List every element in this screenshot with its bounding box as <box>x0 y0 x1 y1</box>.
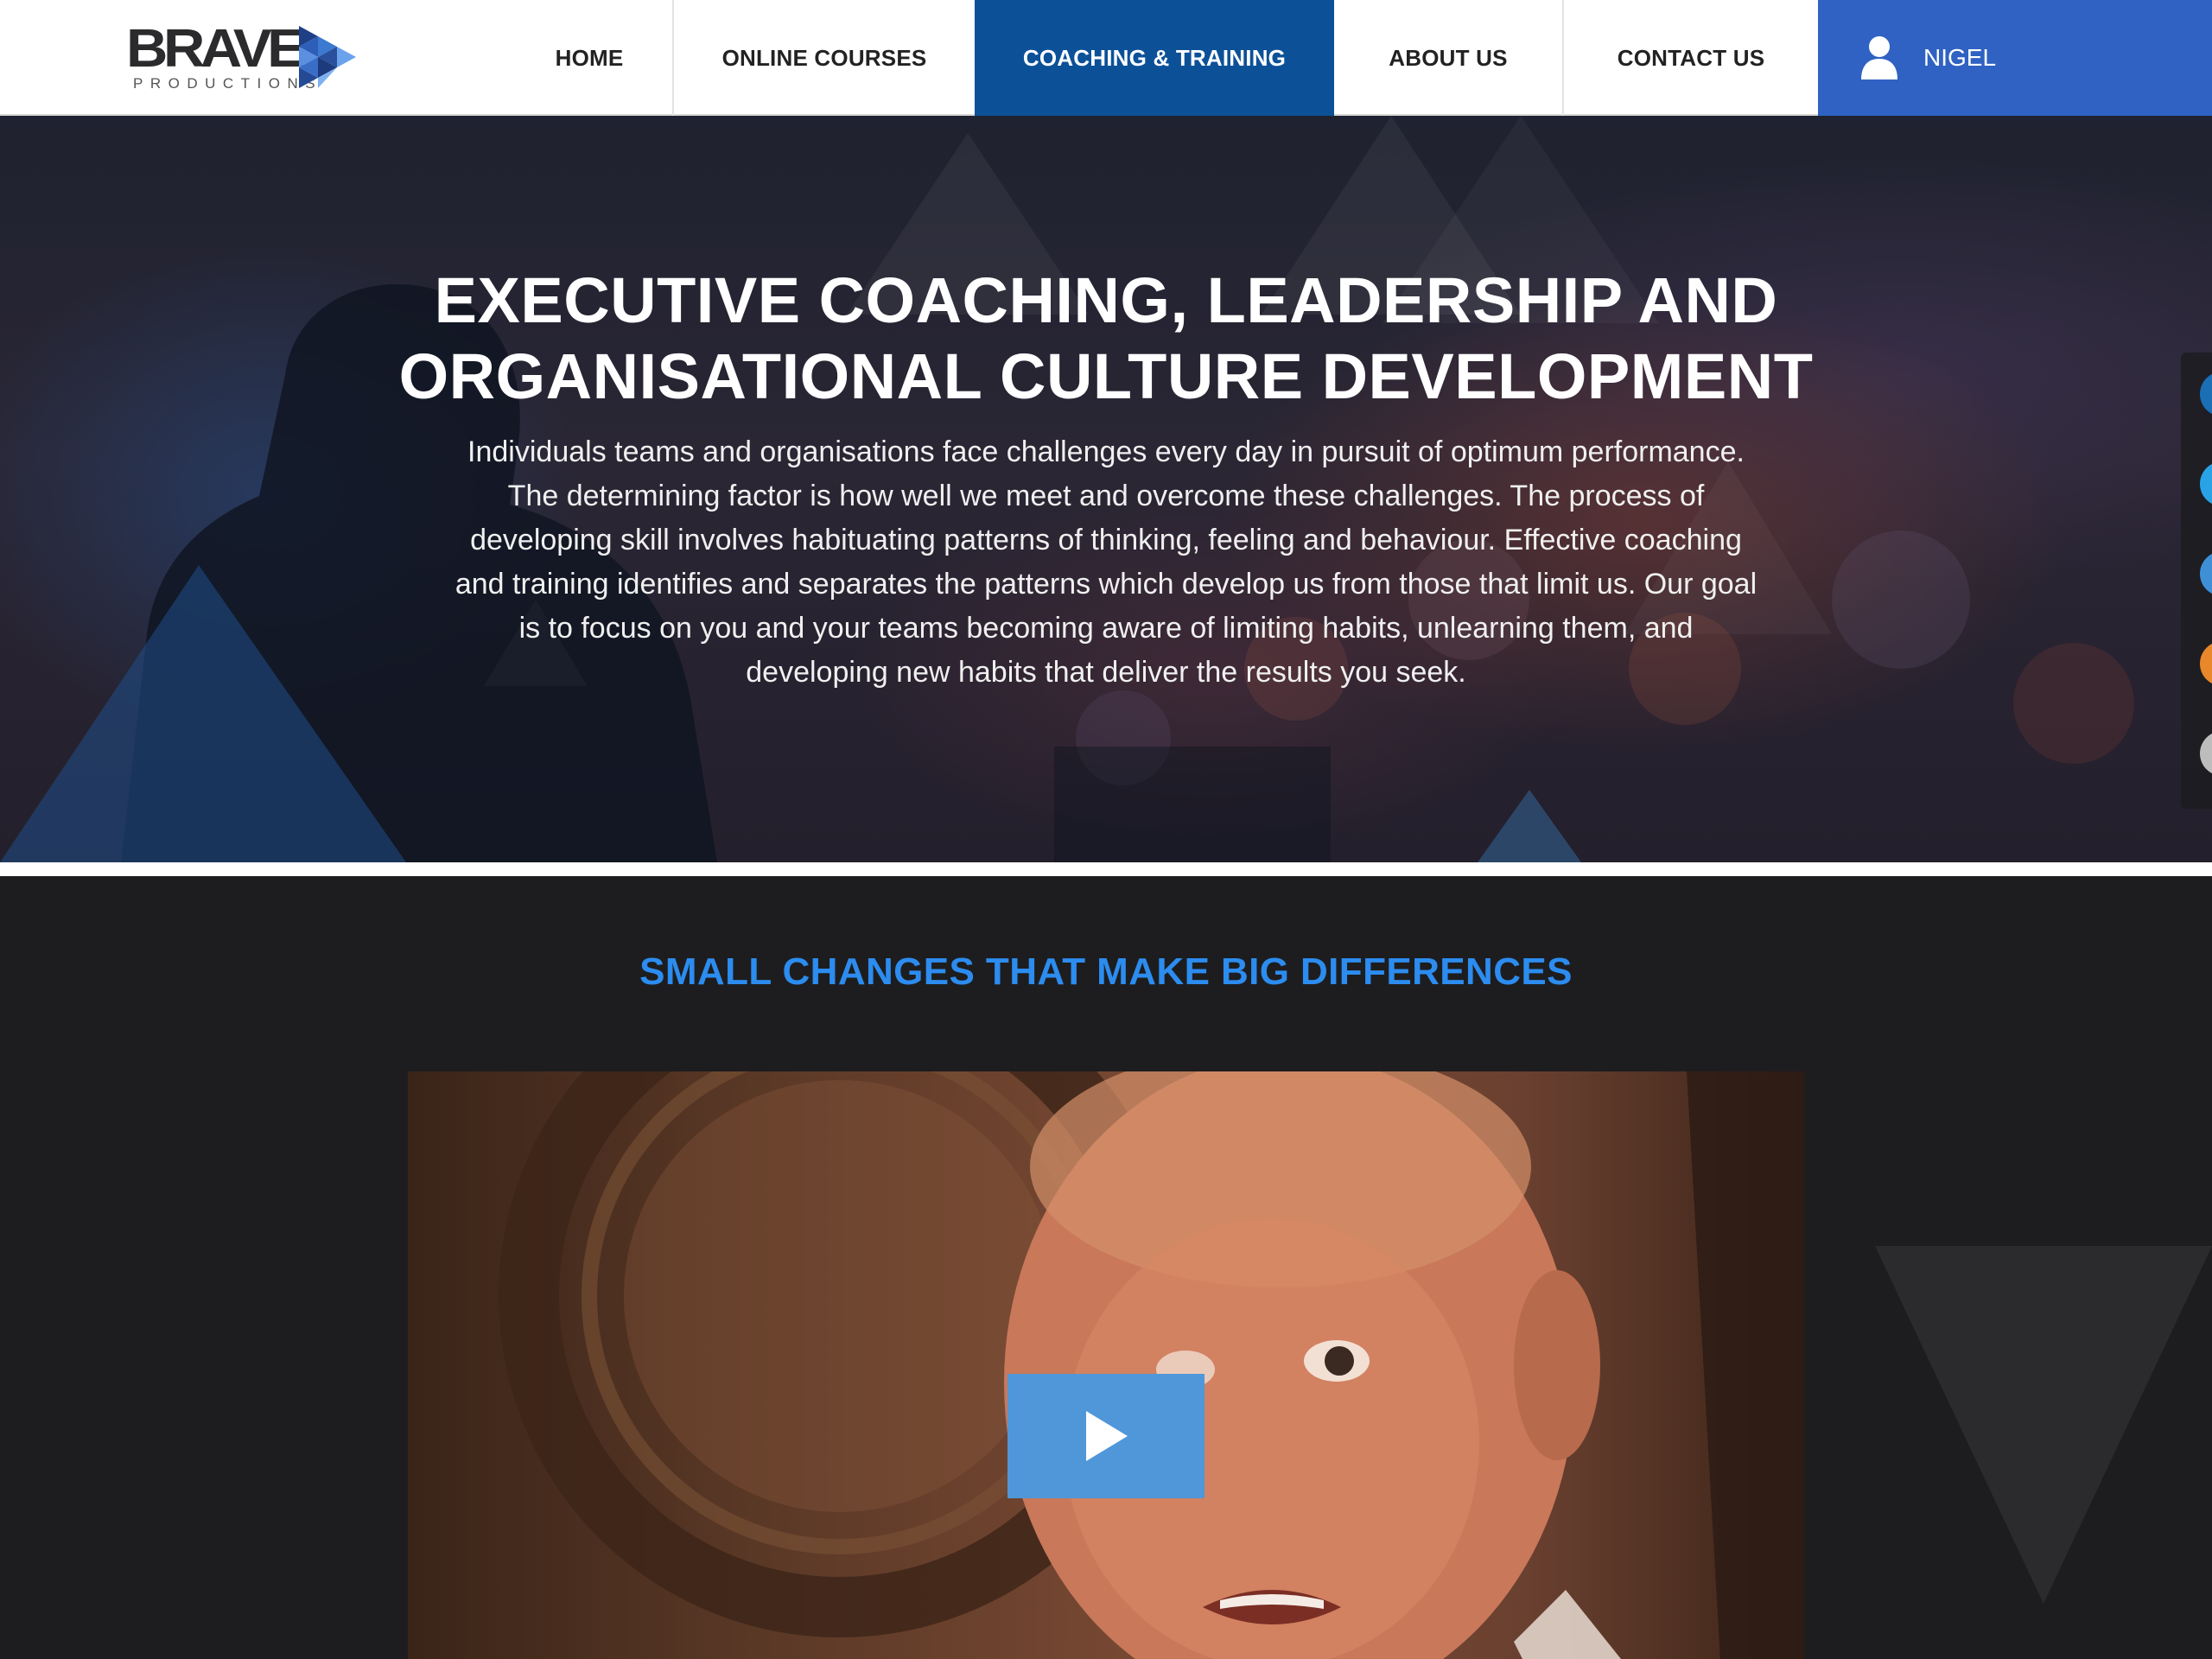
video-thumbnail <box>499 1071 1804 1659</box>
main-nav: HOME ONLINE COURSES COACHING & TRAINING … <box>0 0 2212 128</box>
nav-home[interactable]: HOME <box>506 0 672 116</box>
section-heading: SMALL CHANGES THAT MAKE BIG DIFFERENCES <box>639 950 1573 993</box>
play-icon <box>1086 1411 1128 1461</box>
social-share-icon[interactable] <box>2200 461 2212 506</box>
video-player[interactable] <box>408 1071 1804 1659</box>
nav-home-label: HOME <box>555 44 624 71</box>
hero-description: Individuals teams and organisations face… <box>454 435 1758 689</box>
user-name: NIGEL <box>1923 44 1997 71</box>
nav-online-courses[interactable]: ONLINE COURSES <box>672 0 975 116</box>
nav-online-courses-label: ONLINE COURSES <box>721 44 927 71</box>
nav-coaching-training[interactable]: COACHING & TRAINING <box>975 0 1334 128</box>
video-section: SMALL CHANGES THAT MAKE BIG DIFFERENCES <box>0 876 2212 1659</box>
social-share-icon[interactable] <box>2200 641 2212 686</box>
user-icon <box>1861 36 1897 79</box>
site-header: BRAVE PRODUCTIONS HOME ONLINE COURSES CO… <box>0 0 2212 128</box>
hero-banner: EXECUTIVE COACHING, LEADERSHIP AND ORGAN… <box>0 116 2212 862</box>
nav-about-us[interactable]: ABOUT US <box>1334 0 1562 116</box>
hero-title: EXECUTIVE COACHING, LEADERSHIP AND ORGAN… <box>328 263 1884 415</box>
hero-title-line-1: EXECUTIVE COACHING, LEADERSHIP AND <box>434 264 1778 336</box>
social-share-icon[interactable] <box>2200 551 2212 596</box>
nav-about-us-label: ABOUT US <box>1389 44 1508 71</box>
nav-contact-us[interactable]: CONTACT US <box>1562 0 1818 116</box>
nav-contact-us-label: CONTACT US <box>1617 44 1765 71</box>
social-share-icon[interactable] <box>2200 372 2212 416</box>
play-button[interactable] <box>1007 1374 1205 1498</box>
hero-title-line-2: ORGANISATIONAL CULTURE DEVELOPMENT <box>398 340 1814 412</box>
user-account-button[interactable]: NIGEL <box>1818 0 2212 116</box>
nav-coaching-training-label: COACHING & TRAINING <box>1022 44 1287 71</box>
section-divider <box>0 862 2212 876</box>
social-share-icon[interactable] <box>2200 731 2212 776</box>
social-share-bar <box>2181 353 2212 809</box>
